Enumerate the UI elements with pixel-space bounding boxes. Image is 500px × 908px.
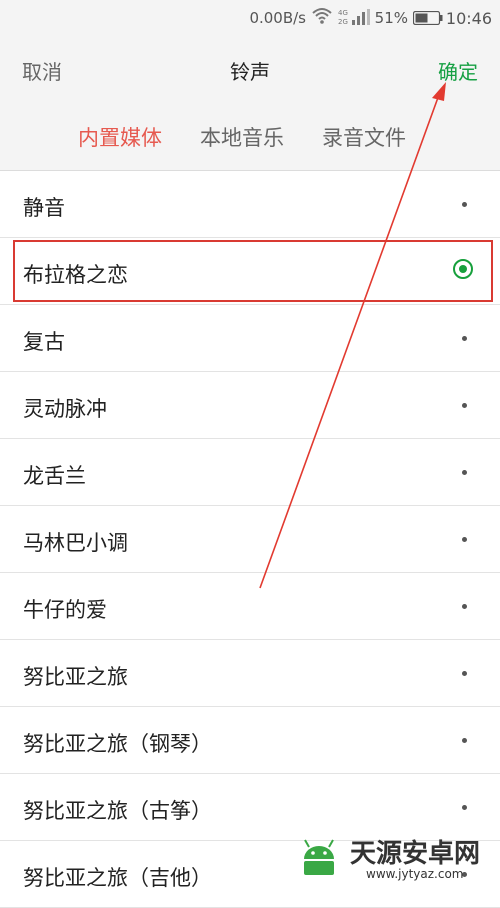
tab-recordings[interactable]: 录音文件	[322, 122, 406, 152]
radio-unselected-icon[interactable]	[462, 470, 467, 475]
ringtone-label: 龙舌兰	[23, 464, 86, 488]
ringtone-label: 布拉格之恋	[23, 263, 128, 287]
radio-selected-icon[interactable]	[453, 259, 473, 279]
list-item[interactable]: 牛仔的爱	[0, 573, 500, 640]
list-item[interactable]: 布拉格之恋	[0, 238, 500, 305]
tab-local-music[interactable]: 本地音乐	[200, 122, 284, 152]
signal-label-4g: 4G	[338, 9, 348, 17]
ringtone-label: 努比亚之旅	[23, 665, 128, 689]
ringtone-label: 努比亚之旅（吉他）	[23, 866, 212, 890]
ringtone-label: 复古	[23, 330, 65, 354]
tab-builtin-media[interactable]: 内置媒体	[78, 122, 162, 152]
android-logo-icon	[304, 839, 334, 875]
list-item[interactable]: 灵动脉冲	[0, 372, 500, 439]
clock: 10:46	[445, 9, 492, 28]
ringtone-list: 静音 布拉格之恋 复古 灵动脉冲 龙舌兰 马林巴小调 牛仔的爱 努比亚之旅 努比…	[0, 171, 500, 908]
radio-unselected-icon[interactable]	[462, 805, 467, 810]
radio-unselected-icon[interactable]	[462, 202, 467, 207]
confirm-button[interactable]: 确定	[438, 56, 478, 85]
list-item[interactable]: 努比亚之旅（古筝）	[0, 774, 500, 841]
ringtone-label: 灵动脉冲	[23, 397, 107, 421]
list-item[interactable]: 努比亚之旅（钢琴）	[0, 707, 500, 774]
wifi-icon	[312, 8, 332, 24]
ringtone-label: 牛仔的爱	[23, 598, 107, 622]
network-speed: 0.00B/s	[249, 9, 306, 27]
ringtone-label: 静音	[23, 196, 65, 220]
page-title: 铃声	[230, 60, 270, 84]
radio-unselected-icon[interactable]	[462, 738, 467, 743]
watermark-title: 天源安卓网	[350, 839, 481, 869]
ringtone-label: 努比亚之旅（钢琴）	[23, 732, 212, 756]
radio-unselected-icon[interactable]	[462, 336, 467, 341]
ringtone-label: 努比亚之旅（古筝）	[23, 799, 212, 823]
signal-label-2g: 2G	[338, 18, 348, 26]
battery-percent: 51%	[374, 9, 408, 27]
watermark-url: www.jytyaz.com	[366, 867, 464, 881]
list-item[interactable]: 马林巴小调	[0, 506, 500, 573]
signal-icon: 4G 2G	[338, 9, 370, 26]
ringtone-header: 取消 铃声 确定 内置媒体 本地音乐 录音文件	[0, 36, 500, 171]
ringtone-label: 马林巴小调	[23, 531, 128, 555]
battery-icon	[413, 11, 443, 25]
radio-unselected-icon[interactable]	[462, 537, 467, 542]
list-item[interactable]: 龙舌兰	[0, 439, 500, 506]
radio-unselected-icon[interactable]	[462, 604, 467, 609]
watermark: 天源安卓网 www.jytyaz.com	[292, 833, 492, 883]
list-item[interactable]: 努比亚之旅	[0, 640, 500, 707]
list-item[interactable]: 静音	[0, 171, 500, 238]
list-item[interactable]: 复古	[0, 305, 500, 372]
radio-unselected-icon[interactable]	[462, 403, 467, 408]
status-bar: 0.00B/s 4G 2G 51% 10:46	[0, 0, 500, 36]
radio-unselected-icon[interactable]	[462, 671, 467, 676]
